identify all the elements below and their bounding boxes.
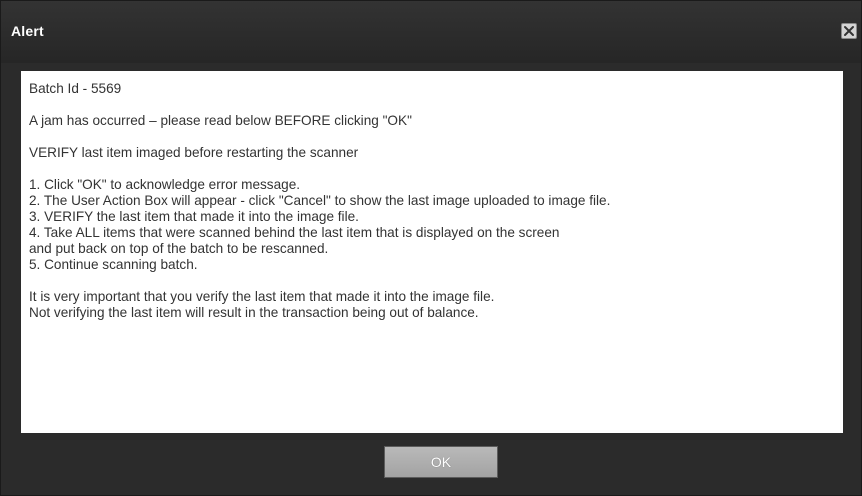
message-body: Batch Id - 5569 A jam has occurred – ple… — [21, 71, 843, 433]
step-line: 2. The User Action Box will appear - cli… — [29, 193, 611, 208]
jam-notice-text: A jam has occurred – please read below B… — [29, 113, 412, 128]
step-line: 5. Continue scanning batch. — [29, 257, 198, 272]
alert-dialog: Alert Batch Id - 5569 A jam has occurred… — [0, 0, 862, 496]
close-button[interactable] — [841, 23, 857, 39]
close-icon — [844, 26, 854, 36]
steps-list: 1. Click "OK" to acknowledge error messa… — [29, 177, 843, 273]
step-line: 4. Take ALL items that were scanned behi… — [29, 225, 560, 240]
importance-line: It is very important that you verify the… — [29, 289, 495, 304]
dialog-footer: OK — [1, 441, 861, 495]
importance-line: Not verifying the last item will result … — [29, 305, 479, 320]
importance-note: It is very important that you verify the… — [29, 289, 843, 321]
ok-button[interactable]: OK — [384, 446, 498, 478]
verify-notice-text: VERIFY last item imaged before restartin… — [29, 145, 359, 160]
batch-id-text: Batch Id - 5569 — [29, 81, 122, 96]
step-line: and put back on top of the batch to be r… — [29, 241, 329, 256]
step-line: 1. Click "OK" to acknowledge error messa… — [29, 177, 301, 192]
dialog-title: Alert — [11, 23, 44, 39]
step-line: 3. VERIFY the last item that made it int… — [29, 209, 359, 224]
dialog-titlebar[interactable]: Alert — [1, 1, 861, 63]
